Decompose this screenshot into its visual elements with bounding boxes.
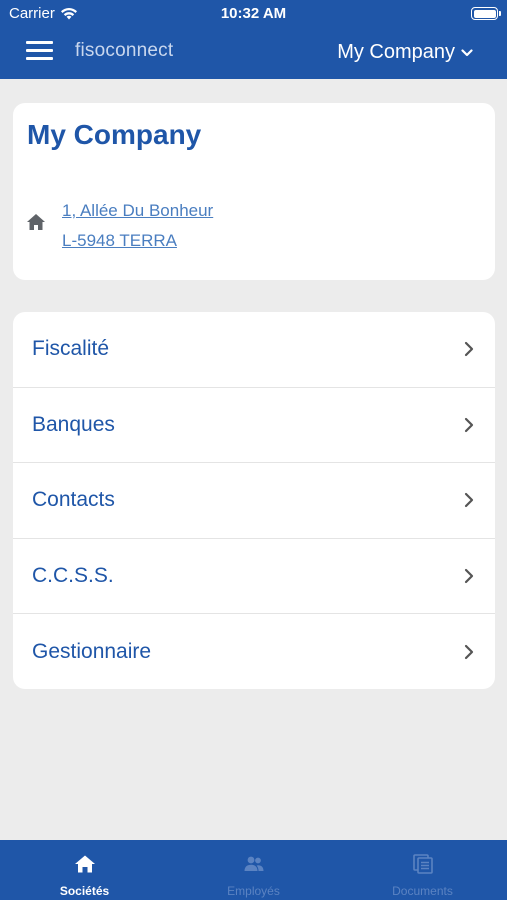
company-title: My Company: [27, 119, 202, 150]
battery-icon: [471, 7, 501, 20]
tab-label: Employés: [227, 884, 280, 898]
menu-item-gestionnaire[interactable]: Gestionnaire: [13, 614, 495, 689]
hamburger-line: [26, 41, 53, 44]
chevron-right-icon: [464, 493, 474, 508]
hamburger-menu-button[interactable]: [26, 41, 53, 61]
company-address: 1, Allée Du Bonheur L-5948 TERRA: [62, 196, 213, 256]
chevron-right-icon: [464, 644, 474, 659]
company-menu-list: Fiscalité Banques Contacts C.C.S.S. Gest…: [13, 312, 495, 689]
menu-item-label: C.C.S.S.: [32, 563, 114, 587]
menu-item-banques[interactable]: Banques: [13, 388, 495, 463]
menu-item-label: Gestionnaire: [32, 639, 152, 663]
hamburger-line: [26, 49, 53, 52]
clock: 10:32 AM: [220, 5, 287, 22]
menu-item-label: Banques: [32, 412, 115, 436]
documents-icon: [412, 854, 433, 874]
menu-item-ccss[interactable]: C.C.S.S.: [13, 539, 495, 614]
screen: Carrier 10:32 AM fisoconnect My Company: [0, 0, 507, 900]
company-card: My Company 1, Allée Du Bonheur L-5948 TE…: [13, 103, 495, 280]
people-icon: [244, 856, 263, 871]
address-line-1-link[interactable]: 1, Allée Du Bonheur: [62, 196, 213, 226]
bottom-tab-bar: Sociétés Employés Documents: [0, 840, 507, 900]
menu-item-label: Contacts: [32, 488, 115, 512]
tab-societes[interactable]: Sociétés: [0, 840, 169, 900]
tab-documents[interactable]: Documents: [338, 840, 507, 900]
chevron-right-icon: [464, 417, 474, 432]
chevron-right-icon: [464, 342, 474, 357]
battery-level: [473, 9, 496, 18]
tab-label: Sociétés: [59, 884, 110, 898]
tab-employes[interactable]: Employés: [169, 840, 338, 900]
company-selector[interactable]: My Company: [337, 41, 473, 64]
status-bar: Carrier 10:32 AM: [0, 0, 507, 28]
home-icon: [74, 855, 95, 873]
address-line-2-link[interactable]: L-5948 TERRA: [62, 226, 213, 256]
menu-item-contacts[interactable]: Contacts: [13, 463, 495, 539]
nav-bar: fisoconnect My Company: [0, 28, 507, 79]
app-logo-text: fisoconnect: [75, 40, 174, 61]
chevron-right-icon: [464, 568, 474, 583]
home-icon: [27, 214, 45, 230]
header: Carrier 10:32 AM fisoconnect My Company: [0, 0, 507, 79]
chevron-down-icon: [461, 48, 473, 56]
menu-item-fiscalite[interactable]: Fiscalité: [13, 312, 495, 388]
hamburger-line: [26, 57, 53, 60]
company-selector-label: My Company: [337, 41, 455, 63]
menu-item-label: Fiscalité: [32, 337, 110, 361]
tab-label: Documents: [392, 884, 453, 898]
